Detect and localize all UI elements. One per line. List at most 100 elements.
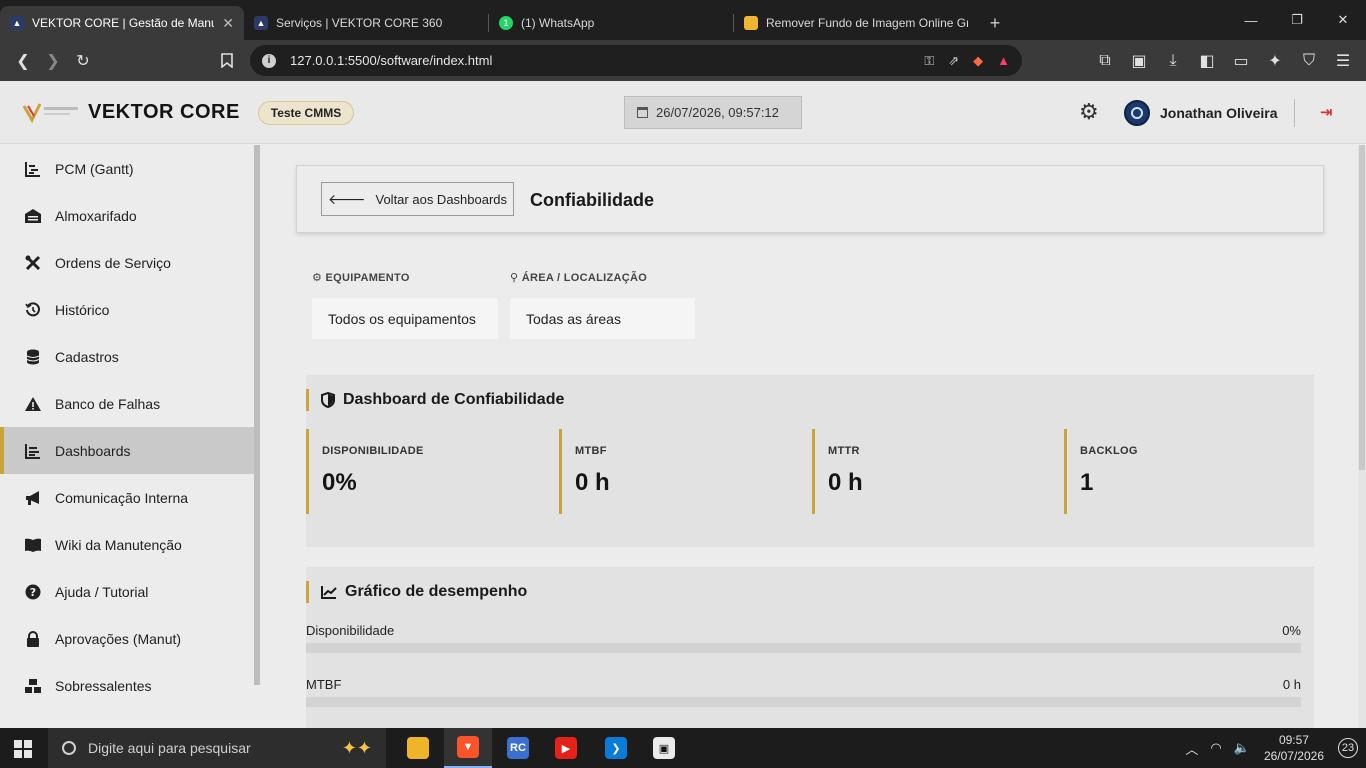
system-tray: ︿ ◠ 🔈 09:57 26/07/2026 23 — [1179, 728, 1366, 768]
user-name[interactable]: Jonathan Oliveira — [1160, 105, 1277, 121]
chevron-up-icon[interactable]: ︿ — [1185, 739, 1198, 758]
performance-row-value: 0% — [1282, 623, 1301, 638]
browser-tab-whatsapp[interactable]: 1 (1) WhatsApp — [489, 6, 733, 40]
sidebar-item-banco-de-falhas[interactable]: Banco de Falhas — [0, 380, 254, 427]
tab-title: VEKTOR CORE | Gestão de Manutenção — [32, 16, 214, 30]
browser-toolbar: ❮ ❯ ↻ i 127.0.0.1:5500/software/index.ht… — [0, 40, 1366, 81]
tools-icon — [24, 254, 42, 272]
key-icon[interactable]: ⚿ — [924, 53, 934, 69]
performance-panel-header: Gráfico de desempenho — [306, 581, 527, 603]
taskbar-date: 26/07/2026 — [1263, 749, 1324, 763]
address-bar[interactable]: i 127.0.0.1:5500/software/index.html ⚿ ⇗… — [250, 45, 1022, 76]
whatsapp-favicon-icon: 1 — [499, 16, 513, 30]
user-avatar[interactable] — [1124, 100, 1150, 126]
taskbar-clock[interactable]: 09:57 26/07/2026 — [1264, 732, 1324, 764]
reader-icon[interactable]: ▣ — [1124, 46, 1154, 76]
close-tab-icon[interactable]: ✕ — [222, 15, 234, 32]
kpi-label: MTBF — [575, 445, 607, 457]
sidebar: PCM (Gantt) Almoxarifado Ordens de Servi… — [0, 145, 254, 728]
database-icon — [24, 348, 42, 366]
sidebar-item-almoxarifado[interactable]: Almoxarifado — [0, 192, 254, 239]
download-icon[interactable]: ⤓ — [1158, 46, 1188, 76]
menu-icon[interactable]: ☰ — [1328, 46, 1358, 76]
datetime-display: 26/07/2026, 09:57:12 — [624, 96, 802, 129]
performance-row-value: 0 h — [1282, 677, 1301, 692]
kpi-card-mtbf: MTBF 0 h — [559, 429, 799, 514]
brave-rewards-icon[interactable]: ▲ — [997, 53, 1010, 69]
bookmark-icon[interactable] — [212, 46, 242, 76]
sidebar-item-wiki-da-manutencao[interactable]: Wiki da Manutenção — [0, 521, 254, 568]
area-select[interactable]: Todas as áreas — [510, 298, 695, 339]
gear-small-icon: ⚙ — [312, 272, 326, 284]
close-window-icon[interactable]: ✕ — [1320, 0, 1366, 40]
notifications-icon[interactable]: 23 — [1338, 738, 1358, 758]
wallet-icon[interactable]: ▭ — [1226, 46, 1256, 76]
sidebar-item-historico[interactable]: Histórico — [0, 286, 254, 333]
youtube-icon[interactable]: ▶ — [542, 728, 590, 768]
logout-icon[interactable]: ⇥ — [1320, 103, 1333, 121]
sidebar-item-dashboards[interactable]: Dashboards — [0, 427, 254, 474]
sparkle-icon: ✦✦ — [341, 737, 372, 758]
sidebar-item-label: Comunicação Interna — [55, 489, 189, 506]
sidebar-item-label: Ajuda / Tutorial — [55, 583, 149, 600]
vscode-icon[interactable]: ❯ — [592, 728, 640, 768]
performance-panel-title: Gráfico de desempenho — [345, 583, 528, 600]
performance-row-label: MTBF — [306, 677, 342, 692]
kpi-label: MTTR — [828, 445, 860, 457]
kpi-value: 0 h — [828, 469, 863, 496]
brand-name: VEKTOR CORE — [88, 101, 240, 123]
sidebar-item-sobressalentes[interactable]: Sobressalentes — [0, 662, 254, 709]
browser-tab-servicos[interactable]: ▲ Serviços | VEKTOR CORE 360 — [244, 6, 488, 40]
equipment-select[interactable]: Todos os equipamentos — [312, 298, 498, 339]
shield-icon — [321, 392, 335, 408]
taskbar-search[interactable]: Digite aqui para pesquisar ✦✦ — [48, 728, 386, 768]
back-button-label: Voltar aos Dashboards — [375, 191, 508, 207]
settings-gear-icon[interactable]: ⚙ — [1079, 101, 1099, 123]
sidebar-icon[interactable]: ◧ — [1192, 46, 1222, 76]
app-rc-icon[interactable]: RC — [494, 728, 542, 768]
kpi-value: 1 — [1080, 469, 1094, 496]
volume-icon[interactable]: 🔈 — [1234, 740, 1250, 756]
wifi-icon[interactable]: ◠ — [1210, 740, 1221, 756]
svg-text:?: ? — [30, 586, 36, 599]
browser-tab-remover-fundo[interactable]: Remover Fundo de Imagem Online Grátis — [734, 6, 978, 40]
reload-icon[interactable]: ↻ — [68, 46, 98, 76]
tab-title: Serviços | VEKTOR CORE 360 — [276, 16, 443, 30]
minimize-icon[interactable]: — — [1228, 0, 1274, 40]
sidebar-item-comunicacao-interna[interactable]: Comunicação Interna — [0, 474, 254, 521]
back-icon[interactable]: ❮ — [8, 46, 38, 76]
sidebar-item-ajuda-tutorial[interactable]: ? Ajuda / Tutorial — [0, 568, 254, 615]
file-explorer-icon[interactable] — [394, 728, 442, 768]
area-filter-label: ⚲ ÁREA / LOCALIZAÇÃO — [510, 272, 648, 284]
window-controls: — ❐ ✕ — [1228, 0, 1366, 40]
back-to-dashboards-button[interactable]: 🡐 Voltar aos Dashboards — [321, 182, 514, 216]
sidebar-item-pcm-gantt[interactable]: PCM (Gantt) — [0, 145, 254, 192]
kpi-card-disponibilidade: DISPONIBILIDADE 0% — [306, 429, 546, 514]
kpi-value: 0 h — [575, 469, 610, 496]
windows-start-icon[interactable] — [14, 740, 32, 758]
vpn-icon[interactable]: ⛉ — [1294, 46, 1324, 76]
sidebar-item-ordens-de-servico[interactable]: Ordens de Serviço — [0, 239, 254, 286]
sidebar-item-cadastros[interactable]: Cadastros — [0, 333, 254, 380]
lock-icon — [24, 630, 42, 648]
browser-tab-vektor-core[interactable]: ▲ VEKTOR CORE | Gestão de Manutenção ✕ — [0, 6, 244, 40]
main-scrollbar[interactable] — [1358, 145, 1366, 728]
windows-taskbar: Digite aqui para pesquisar ✦✦ ▼ RC ▶ ❯ ▣… — [0, 728, 1366, 768]
megaphone-icon — [24, 489, 42, 507]
new-tab-icon[interactable]: + — [978, 6, 1012, 40]
brave-browser-icon[interactable]: ▼ — [444, 728, 492, 768]
leo-ai-icon[interactable]: ✦ — [1260, 46, 1290, 76]
sidebar-item-aprovacoes-manut[interactable]: Aprovações (Manut) — [0, 615, 254, 662]
extensions-icon[interactable]: ⧉ — [1090, 46, 1120, 76]
sidebar-item-label: Cadastros — [55, 348, 119, 365]
page-title-card: 🡐 Voltar aos Dashboards Confiabilidade — [296, 165, 1324, 233]
terminal-app-icon[interactable]: ▣ — [640, 728, 688, 768]
restore-icon[interactable]: ❐ — [1274, 0, 1320, 40]
share-icon[interactable]: ⇗ — [948, 53, 959, 69]
brave-shield-icon[interactable]: ◆ — [973, 53, 983, 69]
browser-toolbar-actions: ⧉ ▣ ⤓ ◧ ▭ ✦ ⛉ ☰ — [1090, 46, 1358, 76]
forward-icon[interactable]: ❯ — [38, 46, 68, 76]
performance-chart-panel: Gráfico de desempenho Disponibilidade 0%… — [306, 567, 1314, 728]
sidebar-item-label: Wiki da Manutenção — [55, 536, 182, 553]
site-info-icon[interactable]: i — [262, 53, 276, 68]
